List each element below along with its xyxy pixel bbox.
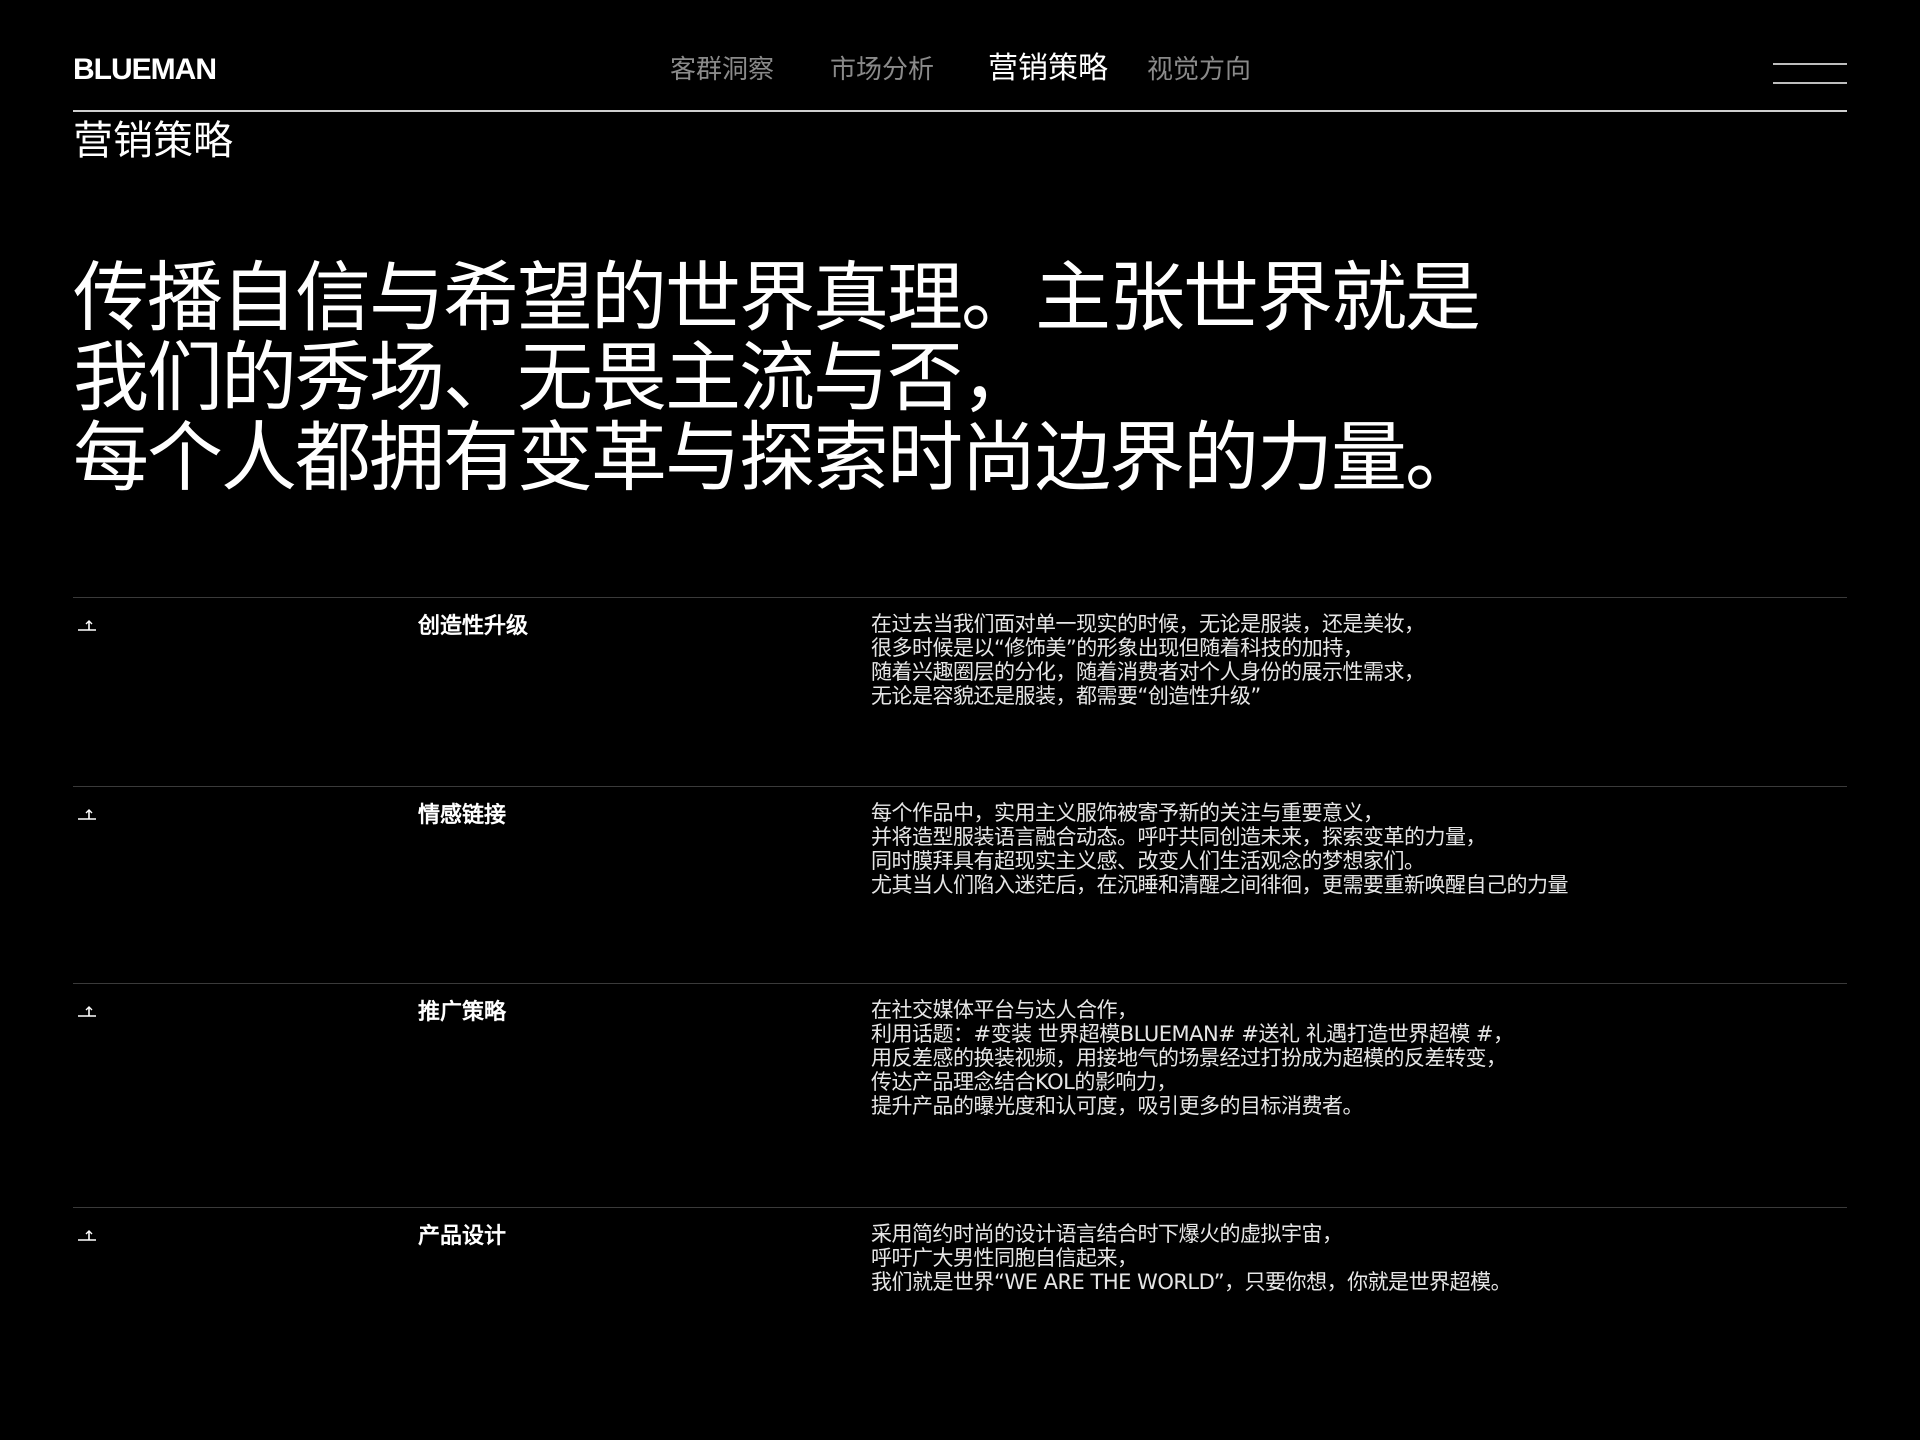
headline: 传播自信与希望的世界真理。主张世界就是 我们的秀场、无畏主流与否， 每个人都拥有… — [73, 258, 1573, 498]
description-line: 同时膜拜具有超现实主义感、改变人们生活观念的梦想家们。 — [871, 849, 1425, 873]
strategy-row-promotion: 推广策略 在社交媒体平台与达人合作， 利用话题：#变装 世界超模BLUEMAN#… — [73, 983, 1847, 1208]
row-description: 在社交媒体平台与达人合作， 利用话题：#变装 世界超模BLUEMAN# #送礼 … — [871, 998, 1514, 1118]
description-line: 在社交媒体平台与达人合作， — [871, 998, 1138, 1022]
headline-line: 每个人都拥有变革与探索时尚边界的力量。 — [73, 413, 1481, 502]
top-header: BLUEMAN 客群洞察 市场分析 营销策略 视觉方向 — [73, 0, 1847, 112]
headline-line: 我们的秀场、无畏主流与否， — [73, 333, 1037, 422]
row-title: 情感链接 — [418, 803, 507, 828]
row-description: 每个作品中，实用主义服饰被寄予新的关注与重要意义， 并将造型服装语言融合动态。呼… — [871, 801, 1569, 897]
row-title: 产品设计 — [418, 1224, 507, 1249]
menu-line — [1773, 63, 1847, 65]
description-line: 无论是容貌还是服装，都需要“创造性升级” — [871, 684, 1261, 708]
corner-arrow-icon — [78, 1006, 96, 1017]
description-line: 尤其当人们陷入迷茫后，在沉睡和清醒之间徘徊，更需要重新唤醒自己的力量 — [871, 873, 1569, 897]
brand-logo[interactable]: BLUEMAN — [73, 52, 217, 88]
corner-arrow-icon — [78, 1230, 96, 1241]
description-line: 每个作品中，实用主义服饰被寄予新的关注与重要意义， — [871, 801, 1384, 825]
description-line: 采用简约时尚的设计语言结合时下爆火的虚拟宇宙， — [871, 1222, 1343, 1246]
nav-item-market-analysis[interactable]: 市场分析 — [830, 53, 934, 87]
strategy-row-creative-upgrade: 创造性升级 在过去当我们面对单一现实的时候，无论是服装，还是美妆， 很多时候是以… — [73, 597, 1847, 788]
description-line: 很多时候是以“修饰美”的形象出现但随着科技的加持， — [871, 636, 1364, 660]
description-line: 我们就是世界“WE ARE THE WORLD”，只要你想，你就是世界超模。 — [871, 1270, 1512, 1294]
description-line: 呼吁广大男性同胞自信起来， — [871, 1246, 1138, 1270]
strategy-row-product-design: 产品设计 采用简约时尚的设计语言结合时下爆火的虚拟宇宙， 呼吁广大男性同胞自信起… — [73, 1207, 1847, 1388]
row-title: 推广策略 — [418, 1000, 507, 1025]
description-line: 在过去当我们面对单一现实的时候，无论是服装，还是美妆， — [871, 612, 1425, 636]
description-line: 提升产品的曝光度和认可度，吸引更多的目标消费者。 — [871, 1094, 1364, 1118]
row-description: 在过去当我们面对单一现实的时候，无论是服装，还是美妆， 很多时候是以“修饰美”的… — [871, 612, 1425, 708]
row-description: 采用简约时尚的设计语言结合时下爆火的虚拟宇宙， 呼吁广大男性同胞自信起来， 我们… — [871, 1222, 1512, 1294]
description-line: 并将造型服装语言融合动态。呼吁共同创造未来，探索变革的力量， — [871, 825, 1487, 849]
corner-arrow-icon — [78, 620, 96, 631]
nav-item-visual-direction[interactable]: 视觉方向 — [1147, 53, 1251, 87]
description-line: 用反差感的换装视频，用接地气的场景经过打扮成为超模的反差转变， — [871, 1046, 1507, 1070]
menu-line — [1773, 82, 1847, 84]
headline-line: 传播自信与希望的世界真理。主张世界就是 — [73, 253, 1481, 342]
description-line: 利用话题：#变装 世界超模BLUEMAN# #送礼 礼遇打造世界超模 #， — [871, 1022, 1514, 1046]
nav-item-audience-insight[interactable]: 客群洞察 — [670, 53, 774, 87]
row-title: 创造性升级 — [418, 614, 529, 639]
hamburger-menu-icon[interactable] — [1773, 58, 1847, 86]
description-line: 随着兴趣圈层的分化，随着消费者对个人身份的展示性需求， — [871, 660, 1425, 684]
nav-item-marketing-strategy[interactable]: 营销策略 — [988, 50, 1108, 88]
strategy-row-emotional-link: 情感链接 每个作品中，实用主义服饰被寄予新的关注与重要意义， 并将造型服装语言融… — [73, 786, 1847, 984]
corner-arrow-icon — [78, 809, 96, 820]
section-title: 营销策略 — [73, 118, 233, 164]
description-line: 传达产品理念结合KOL的影响力， — [871, 1070, 1177, 1094]
